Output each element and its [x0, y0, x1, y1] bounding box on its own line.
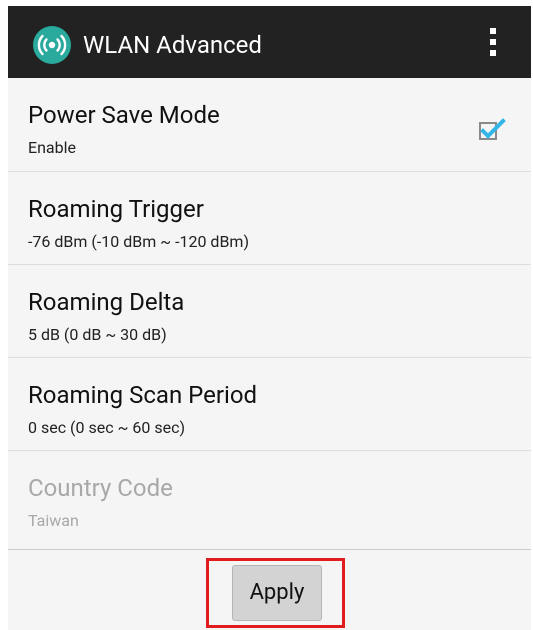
setting-roaming-scan-period[interactable]: Roaming Scan Period 0 sec (0 sec ~ 60 se…	[8, 357, 531, 450]
checkmark-icon	[479, 118, 506, 140]
setting-roaming-delta[interactable]: Roaming Delta 5 dB (0 dB ~ 30 dB)	[8, 264, 531, 357]
wifi-antenna-icon	[33, 26, 71, 64]
power-save-checkbox[interactable]	[477, 118, 507, 146]
setting-summary: Taiwan	[28, 511, 79, 530]
setting-roaming-trigger[interactable]: Roaming Trigger -76 dBm (-10 dBm ~ -120 …	[8, 171, 531, 264]
setting-title: Country Code	[28, 474, 173, 502]
setting-title: Power Save Mode	[28, 101, 220, 129]
setting-title: Roaming Delta	[28, 288, 185, 316]
setting-title: Roaming Trigger	[28, 195, 204, 223]
setting-summary: 5 dB (0 dB ~ 30 dB)	[28, 325, 167, 344]
setting-title: Roaming Scan Period	[28, 381, 258, 409]
setting-summary: -76 dBm (-10 dBm ~ -120 dBm)	[28, 232, 250, 251]
overflow-menu-icon[interactable]	[478, 20, 508, 64]
apply-button[interactable]: Apply	[232, 565, 322, 621]
button-bar: Apply	[8, 549, 531, 630]
app-window: WLAN Advanced Power Save Mode Enable Roa…	[8, 6, 531, 630]
setting-summary: 0 sec (0 sec ~ 60 sec)	[28, 418, 186, 437]
app-title: WLAN Advanced	[83, 31, 262, 59]
setting-power-save-mode[interactable]: Power Save Mode Enable	[8, 78, 531, 170]
setting-summary: Enable	[28, 138, 76, 157]
app-bar: WLAN Advanced	[8, 6, 531, 78]
setting-country-code: Country Code Taiwan	[8, 450, 531, 549]
